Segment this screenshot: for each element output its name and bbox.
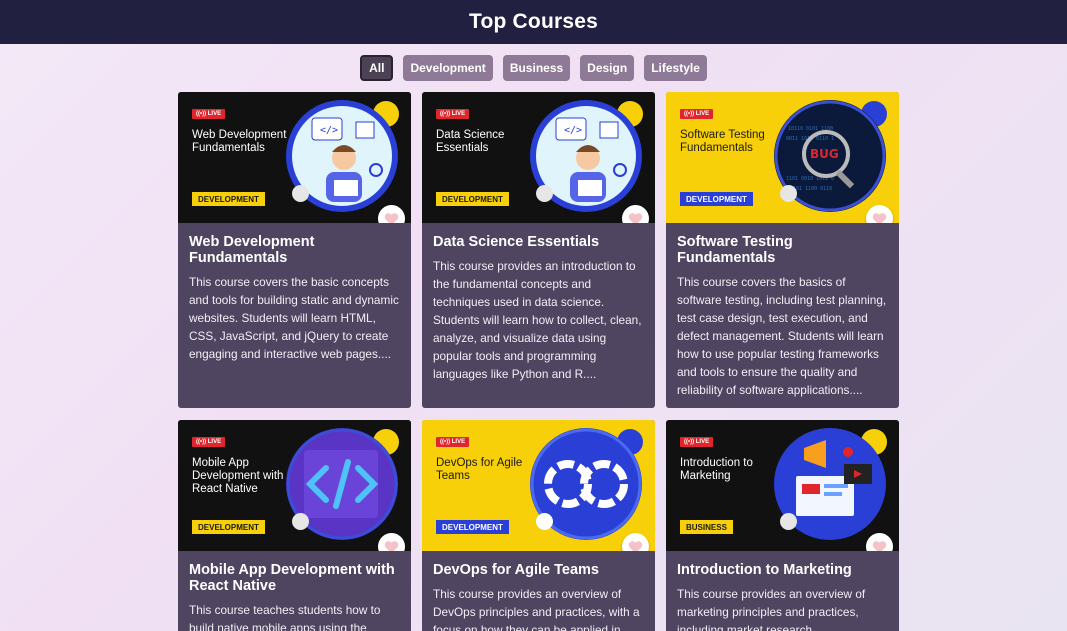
- course-description: This course covers the basic concepts an…: [189, 275, 399, 361]
- live-broadcast-icon: ((•)): [684, 111, 696, 117]
- course-card-web-development[interactable]: ((•)) LIVE Web Development Fundamentals …: [178, 92, 411, 408]
- thumbnail-title: Data Science Essentials: [436, 129, 505, 154]
- svg-text:</>: </>: [320, 125, 338, 136]
- course-card-mobile-app[interactable]: ((•)) LIVE Mobile App Development with R…: [178, 420, 411, 631]
- course-thumbnail: ((•)) LIVE Software Testing Fundamentals…: [666, 92, 899, 223]
- live-label: LIVE: [207, 439, 222, 445]
- thumbnail-title: Web Development Fundamentals: [192, 129, 287, 154]
- favorite-button[interactable]: [378, 533, 405, 551]
- course-title[interactable]: Mobile App Development with React Native: [189, 562, 400, 594]
- category-tag: DEVELOPMENT: [192, 520, 265, 534]
- live-broadcast-icon: ((•)): [440, 439, 452, 445]
- decor-dot: [292, 185, 309, 202]
- svg-text:BUG: BUG: [810, 147, 839, 161]
- course-card-marketing[interactable]: ((•)) LIVE Introduction to Marketing BUS…: [666, 420, 899, 631]
- live-badge: ((•)) LIVE: [436, 437, 470, 447]
- decor-dot: [536, 185, 553, 202]
- decor-dot: [292, 513, 309, 530]
- heart-icon: [628, 540, 643, 551]
- course-description: This course teaches students how to buil…: [189, 603, 381, 631]
- course-thumbnail: ((•)) LIVE Introduction to Marketing BUS…: [666, 420, 899, 551]
- course-description: This course covers the basics of softwar…: [677, 275, 887, 397]
- live-badge: ((•)) LIVE: [680, 109, 714, 119]
- heart-icon: [872, 540, 887, 551]
- page-title: Top Courses: [469, 10, 598, 33]
- category-tag: DEVELOPMENT: [192, 192, 265, 206]
- course-description: This course provides an introduction to …: [433, 259, 642, 381]
- category-filters: All Development Business Design Lifestyl…: [0, 55, 1067, 81]
- live-broadcast-icon: ((•)): [196, 111, 208, 117]
- live-broadcast-icon: ((•)): [440, 111, 452, 117]
- heart-icon: [384, 212, 399, 223]
- live-badge: ((•)) LIVE: [680, 437, 714, 447]
- filter-business-button[interactable]: Business: [502, 55, 571, 81]
- course-thumbnail: ((•)) LIVE DevOps for Agile Teams DEVELO…: [422, 420, 655, 551]
- course-card-software-testing[interactable]: ((•)) LIVE Software Testing Fundamentals…: [666, 92, 899, 408]
- course-title[interactable]: Introduction to Marketing: [677, 562, 888, 578]
- live-label: LIVE: [451, 439, 466, 445]
- live-label: LIVE: [695, 439, 710, 445]
- heart-icon: [384, 540, 399, 551]
- favorite-button[interactable]: [866, 205, 893, 223]
- decor-dot: [780, 513, 797, 530]
- thumbnail-title: Software Testing Fundamentals: [680, 129, 765, 154]
- live-label: LIVE: [451, 111, 466, 117]
- course-thumbnail: ((•)) LIVE Mobile App Development with R…: [178, 420, 411, 551]
- heart-icon: [872, 212, 887, 223]
- course-title[interactable]: Software Testing Fundamentals: [677, 234, 888, 266]
- live-label: LIVE: [695, 111, 710, 117]
- filter-development-button[interactable]: Development: [403, 55, 493, 81]
- course-description: This course provides an overview of mark…: [677, 587, 866, 631]
- live-badge: ((•)) LIVE: [436, 109, 470, 119]
- thumbnail-title: DevOps for Agile Teams: [436, 457, 523, 482]
- live-broadcast-icon: ((•)): [684, 439, 696, 445]
- category-tag: DEVELOPMENT: [436, 520, 509, 534]
- category-tag: DEVELOPMENT: [680, 192, 753, 206]
- live-badge: ((•)) LIVE: [192, 437, 226, 447]
- favorite-button[interactable]: [866, 533, 893, 551]
- live-broadcast-icon: ((•)): [196, 439, 208, 445]
- course-thumbnail: ((•)) LIVE Data Science Essentials DEVEL…: [422, 92, 655, 223]
- top-header: Top Courses: [0, 0, 1067, 44]
- course-thumbnail: ((•)) LIVE Web Development Fundamentals …: [178, 92, 411, 223]
- heart-icon: [628, 212, 643, 223]
- favorite-button[interactable]: [622, 533, 649, 551]
- favorite-button[interactable]: [378, 205, 405, 223]
- filter-lifestyle-button[interactable]: Lifestyle: [644, 55, 707, 81]
- live-label: LIVE: [207, 111, 222, 117]
- category-tag: BUSINESS: [680, 520, 733, 534]
- filter-all-button[interactable]: All: [360, 55, 394, 81]
- course-title[interactable]: Data Science Essentials: [433, 234, 644, 250]
- course-title[interactable]: DevOps for Agile Teams: [433, 562, 644, 578]
- decor-dot: [536, 513, 553, 530]
- live-badge: ((•)) LIVE: [192, 109, 226, 119]
- course-card-devops[interactable]: ((•)) LIVE DevOps for Agile Teams DEVELO…: [422, 420, 655, 631]
- decor-dot: [780, 185, 797, 202]
- thumbnail-title: Introduction to Marketing: [680, 457, 753, 482]
- course-description: This course provides an overview of DevO…: [433, 587, 640, 631]
- favorite-button[interactable]: [622, 205, 649, 223]
- thumbnail-title: Mobile App Development with React Native: [192, 457, 284, 495]
- category-tag: DEVELOPMENT: [436, 192, 509, 206]
- filter-design-button[interactable]: Design: [580, 55, 635, 81]
- course-card-data-science[interactable]: ((•)) LIVE Data Science Essentials DEVEL…: [422, 92, 655, 408]
- course-title[interactable]: Web Development Fundamentals: [189, 234, 400, 266]
- svg-text:</>: </>: [564, 125, 582, 136]
